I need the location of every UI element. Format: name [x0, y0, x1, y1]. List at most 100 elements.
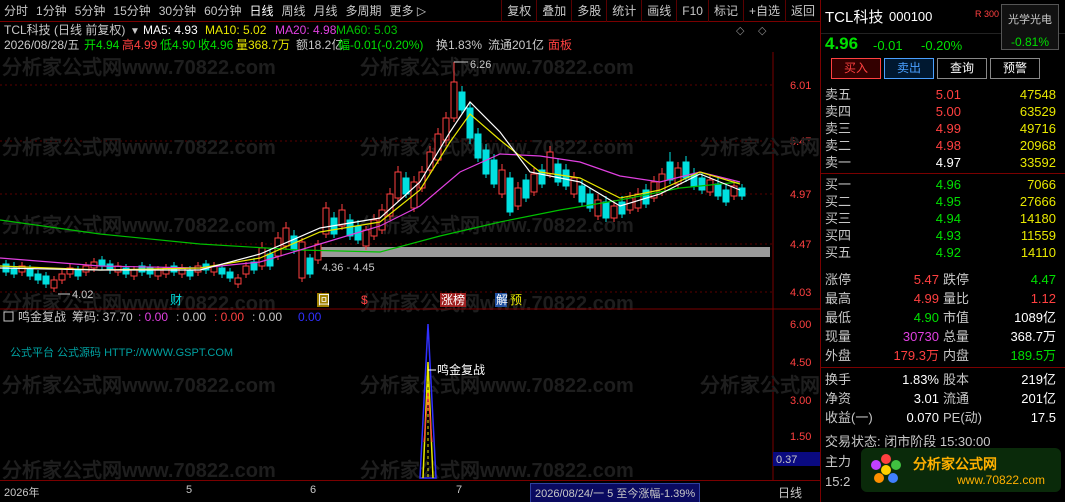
- period-tab[interactable]: 日线: [245, 0, 277, 22]
- low-label: 4.02: [72, 289, 93, 301]
- chart-header: TCL科技 (日线 前复权) ▼ MA5: 4.93 MA10: 5.02 MA…: [4, 22, 767, 52]
- buy-button[interactable]: 买入: [831, 58, 881, 79]
- sell-button[interactable]: 卖出: [884, 58, 934, 79]
- stat-value: 4.90: [913, 310, 939, 325]
- indicator-value-3: : 0.00: [214, 310, 244, 324]
- tool-button[interactable]: 统计: [606, 0, 641, 22]
- period-tab[interactable]: 30分钟: [155, 0, 200, 22]
- book-price: 4.97: [935, 155, 961, 170]
- quote-change: -0.01: [873, 38, 903, 53]
- tool-button[interactable]: 叠加: [536, 0, 571, 22]
- stat-row: 现量 30730 总量 368.7万: [821, 327, 1065, 346]
- candle-body: [154, 269, 162, 277]
- event-tag-finance[interactable]: 财: [170, 293, 182, 307]
- indicator-name[interactable]: 鸣金复战: [18, 309, 66, 324]
- tool-button[interactable]: 复权: [501, 0, 536, 22]
- order-book-row[interactable]: 买二 4.95 27666: [821, 193, 1065, 210]
- kline-chart[interactable]: TCL科技 (日线 前复权) ▼ MA5: 4.93 MA10: 5.02 MA…: [0, 22, 974, 482]
- book-level: 买五: [825, 245, 852, 260]
- indicator-value-2: : 0.00: [176, 310, 206, 324]
- book-price: 4.99: [935, 121, 961, 136]
- date-axis-bar: 2026年 5 6 7 2026/08/24/一 5 至今涨幅-1.39% 日线: [0, 480, 820, 502]
- event-tag-rank[interactable]: 涨榜: [441, 292, 465, 307]
- bar-change: 幅-0.01(-0.20%): [338, 37, 423, 52]
- order-book-row[interactable]: 卖一 4.97 33592: [821, 154, 1065, 171]
- expand-icon[interactable]: ◇: [758, 25, 767, 37]
- stat-value: 3.01: [913, 391, 939, 406]
- candle-body: [594, 199, 602, 217]
- period-tab[interactable]: 分时: [0, 0, 32, 22]
- period-tab[interactable]: 15分钟: [109, 0, 154, 22]
- period-mode[interactable]: 日线: [778, 484, 802, 501]
- period-tab[interactable]: 更多 ▷: [386, 0, 431, 22]
- stat-label: 最低: [825, 310, 852, 325]
- stat-label: PE(动): [943, 410, 983, 425]
- alert-button[interactable]: 预警: [990, 58, 1040, 79]
- price-tick: 4.47: [790, 239, 811, 251]
- query-button[interactable]: 查询: [937, 58, 987, 79]
- sector-box[interactable]: 光学光电 -0.81%: [1001, 4, 1059, 50]
- order-book-row[interactable]: 买三 4.94 14180: [821, 210, 1065, 227]
- candles: [2, 62, 746, 292]
- book-volume: 49716: [1019, 121, 1056, 136]
- event-tag-unlock[interactable]: 解: [496, 293, 508, 307]
- stats-divider: [821, 367, 1065, 368]
- period-tab[interactable]: 5分钟: [71, 0, 110, 22]
- order-book-row[interactable]: 买四 4.93 11559: [821, 227, 1065, 244]
- period-tab[interactable]: 周线: [277, 0, 309, 22]
- ma20-label: MA20: 4.98: [275, 23, 337, 37]
- watermark-text: 分析家公式网www.70822.com: [2, 373, 276, 397]
- diamond-icon[interactable]: ◇: [736, 25, 745, 37]
- dropdown-icon[interactable]: ▼: [130, 26, 140, 37]
- watermark-text: 分析家公式网www.70822.com: [700, 135, 820, 159]
- candle-body: [450, 81, 458, 119]
- logo-title: 分析家公式网: [913, 456, 997, 472]
- stat-label: 最高: [825, 291, 852, 306]
- stat-label: 收益(一): [825, 410, 873, 425]
- tool-button[interactable]: 标记: [707, 0, 743, 22]
- book-volume: 63529: [1019, 104, 1056, 119]
- panel-link[interactable]: 面板: [548, 38, 572, 52]
- event-tag-back[interactable]: 回: [318, 293, 330, 307]
- stat-label: 量比: [943, 291, 970, 306]
- book-level: 买四: [825, 228, 852, 243]
- candle-body: [554, 163, 562, 183]
- book-price: 5.01: [935, 87, 961, 102]
- period-tab[interactable]: 1分钟: [32, 0, 71, 22]
- book-price: 5.00: [935, 104, 961, 119]
- tool-button[interactable]: 多股: [571, 0, 606, 22]
- chart-area[interactable]: TCL科技 (日线 前复权) ▼ MA5: 4.93 MA10: 5.02 MA…: [0, 22, 974, 482]
- event-tag-dividend[interactable]: $: [361, 293, 368, 307]
- order-book-row[interactable]: 卖三 4.99 49716: [821, 120, 1065, 137]
- candle-body: [106, 263, 114, 271]
- candle-body: [714, 183, 722, 197]
- x-label-may: 5: [186, 484, 193, 496]
- book-volume: 20968: [1019, 138, 1056, 153]
- order-book-row[interactable]: 买一 4.96 7066: [821, 176, 1065, 193]
- order-book-row[interactable]: 卖五 5.01 47548: [821, 86, 1065, 103]
- order-book-row[interactable]: 卖四 5.00 63529: [821, 103, 1065, 120]
- order-book-row[interactable]: 买五 4.92 14110: [821, 244, 1065, 261]
- book-price: 4.94: [935, 211, 961, 226]
- ma5-label: MA5: 4.93: [143, 23, 198, 37]
- order-book-row[interactable]: 卖二 4.98 20968: [821, 137, 1065, 154]
- tool-button[interactable]: 画线: [641, 0, 676, 22]
- tool-button[interactable]: F10: [676, 0, 708, 22]
- ma-lines: [0, 101, 741, 271]
- watermark-text: 分析家公式网www.70822.com: [2, 213, 276, 237]
- tool-button[interactable]: 返回: [784, 0, 820, 22]
- indicator-tick: 3.00: [790, 395, 811, 407]
- candle-body: [34, 273, 42, 281]
- candle-body: [306, 257, 314, 275]
- indicator-value-4: : 0.00: [252, 310, 282, 324]
- signal-label: 鸣金复战: [437, 362, 485, 377]
- event-tag-forecast[interactable]: 预: [510, 293, 522, 307]
- period-tab[interactable]: 60分钟: [200, 0, 245, 22]
- book-level: 买一: [825, 177, 852, 192]
- candle-body: [706, 179, 714, 193]
- period-tab[interactable]: 月线: [310, 0, 342, 22]
- book-level: 卖二: [825, 138, 852, 153]
- period-tab[interactable]: 多周期: [342, 0, 386, 22]
- stat-value: 5.47: [913, 272, 939, 287]
- tool-button[interactable]: +自选: [742, 0, 785, 22]
